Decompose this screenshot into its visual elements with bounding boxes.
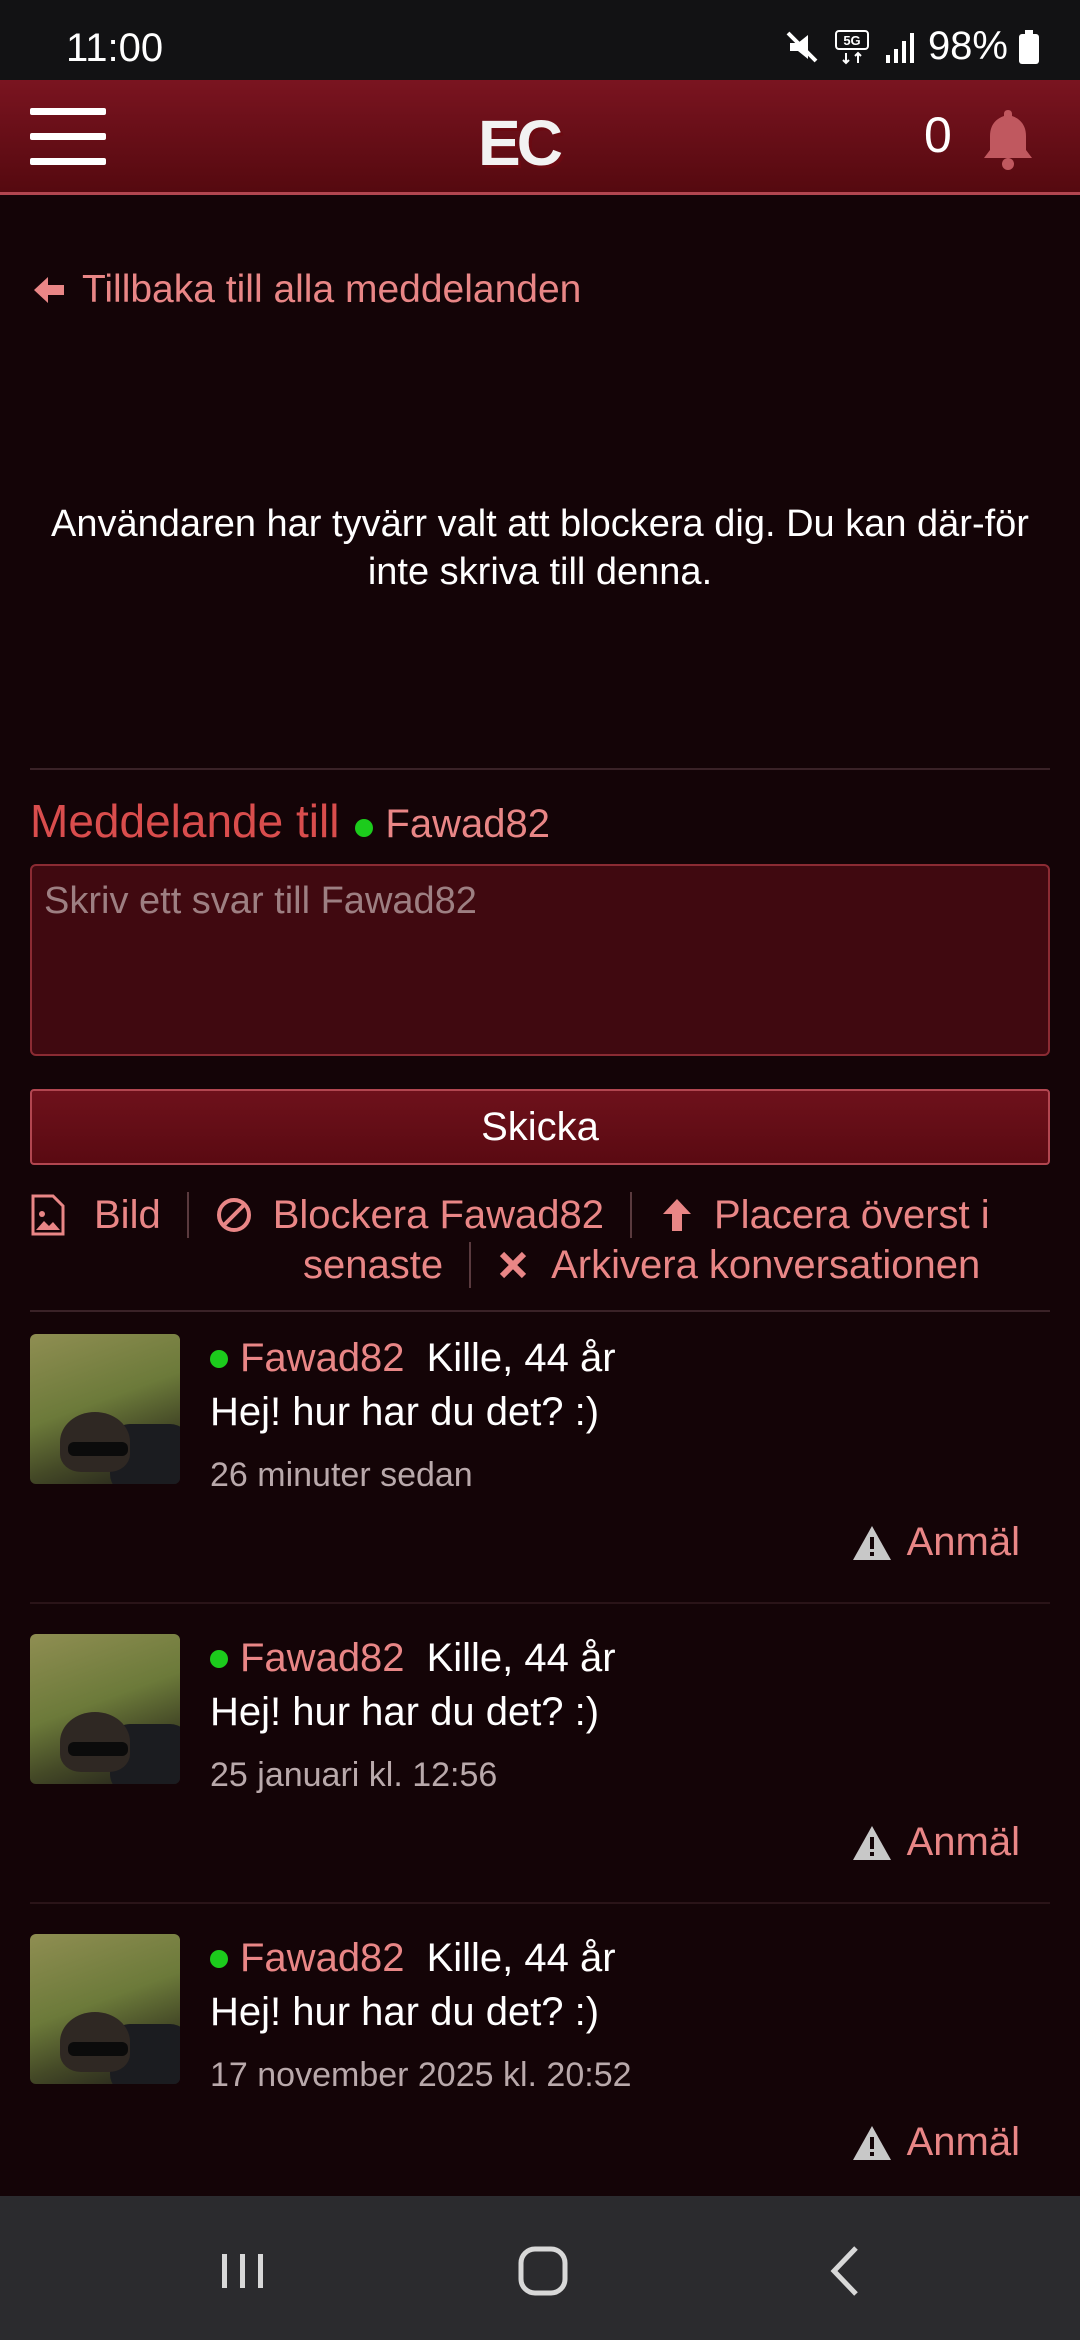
avatar[interactable]	[30, 1334, 180, 1484]
message-item: Fawad82 Kille, 44 år Hej! hur har du det…	[30, 1334, 1050, 1634]
recent-apps-icon[interactable]	[208, 2236, 278, 2306]
report-button[interactable]: Anmäl	[851, 1820, 1020, 1865]
send-button[interactable]: Skicka	[30, 1089, 1050, 1165]
arrow-left-icon	[34, 277, 64, 303]
attach-image-action[interactable]: Bild	[30, 1190, 161, 1240]
pin-action-label-cont[interactable]: senaste	[303, 1240, 443, 1290]
bell-icon[interactable]	[978, 106, 1038, 170]
warning-icon	[852, 2125, 891, 2160]
block-user-action[interactable]: Blockera Fawad82	[215, 1190, 604, 1240]
report-label: Anmäl	[906, 1820, 1020, 1864]
close-icon	[499, 1251, 527, 1279]
conversation-actions: Bild Blockera Fawad82 Placera överst i s…	[30, 1190, 1050, 1290]
notification-count[interactable]: 0	[924, 106, 952, 164]
home-icon[interactable]	[508, 2236, 578, 2306]
message-time: 17 november 2025 kl. 20:52	[210, 2056, 632, 2094]
block-icon	[216, 1198, 251, 1232]
image-file-icon	[31, 1194, 65, 1236]
online-indicator-icon	[355, 819, 374, 837]
status-bar: 11:00 5G 98%	[0, 0, 1080, 80]
app-header: EC 0	[0, 80, 1080, 195]
message-sender-link[interactable]: Fawad82	[240, 1336, 405, 1381]
sender-info: Kille, 44 år	[426, 1936, 616, 1980]
message-time: 25 januari kl. 12:56	[210, 1756, 498, 1794]
separator	[186, 1192, 189, 1238]
report-label: Anmäl	[906, 1520, 1020, 1564]
archive-action-label: Arkivera konversationen	[551, 1243, 981, 1287]
report-label: Anmäl	[906, 2120, 1020, 2164]
report-button[interactable]: Anmäl	[851, 1520, 1020, 1565]
message-text: Hej! hur har du det? :)	[210, 1990, 600, 2034]
pin-to-top-action[interactable]: Placera överst i	[658, 1190, 990, 1240]
archive-conversation-action[interactable]: Arkivera konversationen	[497, 1240, 980, 1290]
signal-icon	[885, 32, 914, 63]
back-link-label: Tillbaka till alla meddelanden	[82, 268, 582, 311]
network-5g-icon: 5G	[834, 29, 869, 64]
message-text: Hej! hur har du det? :)	[210, 1690, 600, 1734]
hamburger-menu-icon[interactable]	[30, 108, 106, 166]
avatar[interactable]	[30, 1934, 180, 2084]
arrow-up-icon	[663, 1199, 691, 1231]
divider	[30, 1602, 1050, 1604]
report-button[interactable]: Anmäl	[851, 2120, 1020, 2165]
compose-title: Meddelande till	[30, 795, 340, 847]
reply-textarea[interactable]: Skriv ett svar till Fawad82	[30, 864, 1050, 1056]
separator	[630, 1192, 632, 1238]
message-sender-link[interactable]: Fawad82	[240, 1636, 405, 1681]
battery-icon	[1019, 29, 1039, 64]
svg-text:5G: 5G	[843, 33, 860, 48]
back-icon[interactable]	[812, 2236, 882, 2306]
message-item: Fawad82 Kille, 44 år Hej! hur har du det…	[30, 1634, 1050, 1934]
message-text: Hej! hur har du det? :)	[210, 1390, 600, 1434]
status-icons: 5G 98%	[782, 24, 1040, 69]
divider	[30, 768, 1050, 770]
online-indicator-icon	[210, 1949, 228, 1968]
compose-header: Meddelande till Fawad82	[30, 794, 550, 848]
back-to-messages-link[interactable]: Tillbaka till alla meddelanden	[30, 268, 581, 312]
avatar[interactable]	[30, 1634, 180, 1784]
sender-info: Kille, 44 år	[426, 1336, 616, 1380]
status-time: 11:00	[66, 26, 164, 70]
mute-icon	[786, 31, 818, 62]
message-sender-link[interactable]: Fawad82	[240, 1936, 405, 1981]
system-navigation-bar	[0, 2196, 1080, 2340]
divider	[30, 1310, 1050, 1312]
battery-percent: 98%	[927, 24, 1008, 68]
sender-info: Kille, 44 år	[426, 1636, 616, 1680]
divider	[30, 1902, 1050, 1904]
recipient-link[interactable]: Fawad82	[385, 802, 550, 847]
message-item: Fawad82 Kille, 44 år Hej! hur har du det…	[30, 1934, 1050, 2234]
reply-placeholder: Skriv ett svar till Fawad82	[44, 880, 477, 922]
image-action-label: Bild	[94, 1193, 161, 1237]
blocked-notice: Användaren har tyvärr valt att blockera …	[51, 503, 1029, 593]
online-indicator-icon	[210, 1649, 228, 1668]
site-logo[interactable]: EC	[478, 106, 563, 180]
message-time: 26 minuter sedan	[210, 1456, 473, 1494]
block-action-label: Blockera Fawad82	[272, 1193, 604, 1237]
online-indicator-icon	[210, 1349, 228, 1368]
warning-icon	[852, 1525, 891, 1560]
separator	[469, 1242, 472, 1288]
warning-icon	[852, 1825, 891, 1860]
pin-action-label: Placera överst i	[714, 1193, 990, 1237]
